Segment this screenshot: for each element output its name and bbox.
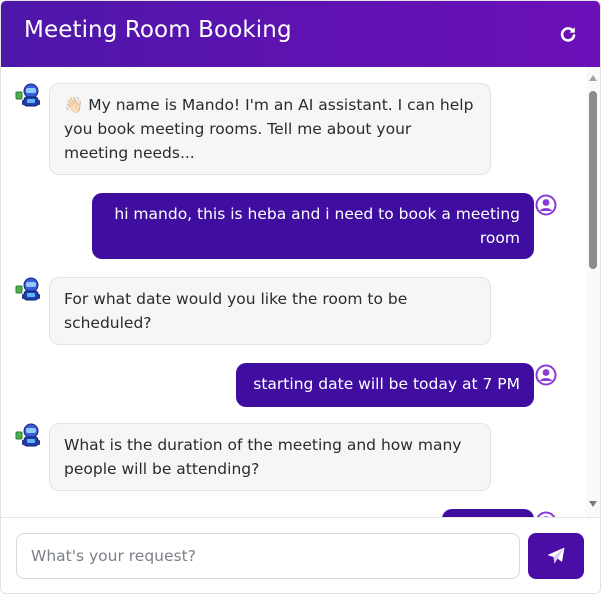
bot-avatar bbox=[15, 82, 43, 110]
bot-message-text: What is the duration of the meeting and … bbox=[64, 436, 462, 478]
user-message-text: starting date will be today at 7 PM bbox=[253, 375, 520, 393]
robot-icon bbox=[15, 83, 40, 107]
bot-avatar bbox=[15, 422, 43, 450]
waving-hand-icon: 👋🏻 bbox=[64, 96, 84, 114]
paper-plane-icon bbox=[547, 547, 565, 564]
chat-messages[interactable]: 👋🏻 My name is Mando! I'm an AI assistant… bbox=[1, 67, 600, 517]
refresh-button[interactable] bbox=[556, 22, 580, 46]
page-title: Meeting Room Booking bbox=[24, 17, 292, 43]
scroll-thumb[interactable] bbox=[589, 91, 597, 269]
bot-message-text: My name is Mando! I'm an AI assistant. I… bbox=[64, 96, 474, 162]
user-icon bbox=[535, 364, 557, 386]
composer bbox=[1, 517, 600, 593]
user-message: hi mando, this is heba and i need to boo… bbox=[92, 193, 534, 259]
robot-icon bbox=[15, 277, 40, 301]
chat-header: Meeting Room Booking bbox=[1, 1, 600, 67]
bot-avatar bbox=[15, 276, 43, 304]
scroll-up-arrow-icon[interactable] bbox=[589, 75, 597, 81]
chat-widget: Meeting Room Booking 👋🏻 My name is Mando… bbox=[0, 0, 601, 594]
user-message-partial bbox=[442, 509, 534, 517]
bot-message: What is the duration of the meeting and … bbox=[49, 423, 491, 491]
scroll-down-arrow-icon[interactable] bbox=[589, 501, 597, 507]
send-button[interactable] bbox=[528, 533, 584, 579]
user-message: starting date will be today at 7 PM bbox=[236, 363, 534, 407]
chat-scrollbar[interactable] bbox=[586, 67, 600, 517]
refresh-icon bbox=[560, 27, 576, 42]
bot-message-text: For what date would you like the room to… bbox=[64, 290, 408, 332]
robot-icon bbox=[15, 423, 40, 447]
user-avatar bbox=[535, 194, 557, 216]
user-avatar bbox=[535, 364, 557, 386]
user-icon bbox=[535, 194, 557, 216]
bot-message: For what date would you like the room to… bbox=[49, 277, 491, 345]
request-input[interactable] bbox=[16, 533, 520, 579]
user-message-text: hi mando, this is heba and i need to boo… bbox=[114, 205, 520, 247]
bot-message: 👋🏻 My name is Mando! I'm an AI assistant… bbox=[49, 83, 491, 175]
